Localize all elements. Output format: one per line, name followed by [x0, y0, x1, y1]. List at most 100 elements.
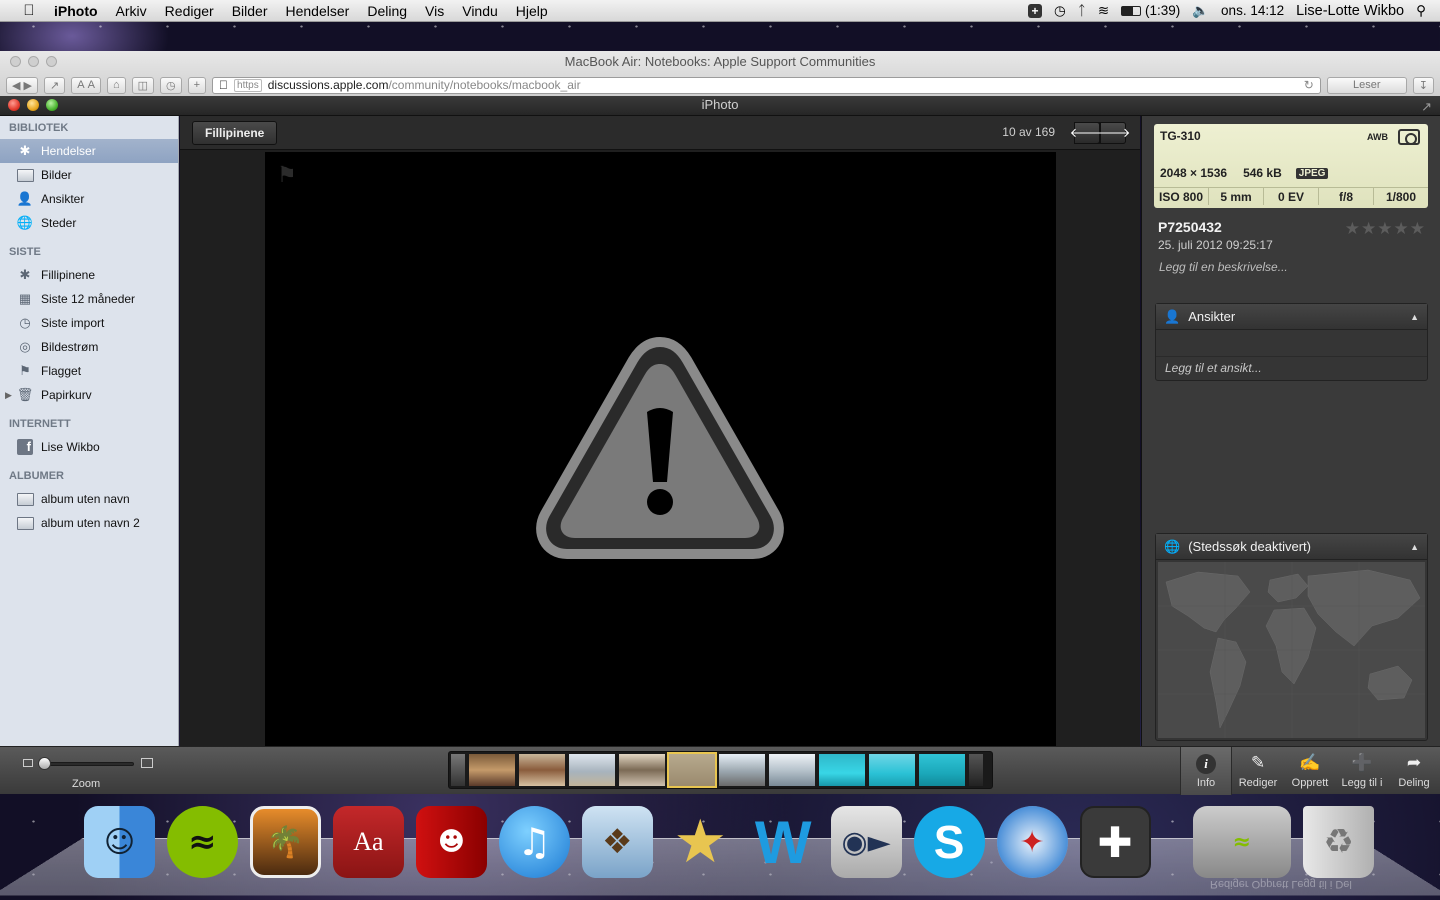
sidebar-item-photo-stream[interactable]: ◎ Bildestrøm — [0, 335, 178, 359]
itunes-icon[interactable]: ♫ — [498, 806, 570, 878]
photo-date[interactable]: 25. juli 2012 09:25:17 — [1158, 238, 1273, 252]
safari-new-tab-icon[interactable]: + — [187, 76, 207, 94]
safari-share-icon[interactable]: ↗ — [43, 76, 66, 94]
safari-bookmarks-icon[interactable]: ◫ — [131, 76, 154, 94]
downloads-icon[interactable]: ≈ — [1192, 806, 1292, 878]
safari-reader-button[interactable]: Leser — [1326, 76, 1407, 94]
edit-button[interactable]: ✎ Rediger — [1232, 747, 1284, 795]
zoom-large-icon[interactable] — [141, 758, 153, 768]
trash-icon[interactable]: ♻ — [1303, 806, 1375, 878]
thumbnail[interactable] — [769, 754, 815, 786]
collapse-triangle-icon[interactable]: ▲ — [1410, 312, 1419, 322]
photo-title[interactable]: P7250432 — [1158, 219, 1222, 235]
safari-text-size[interactable]: A A — [71, 76, 101, 94]
zoom-slider-knob[interactable] — [38, 757, 51, 770]
disclosure-triangle-icon[interactable]: ▶ — [5, 390, 12, 401]
menu-hendelser[interactable]: Hendelser — [277, 3, 359, 19]
menu-user[interactable]: Lise-Lotte Wikbo — [1296, 3, 1404, 19]
word-icon[interactable]: W — [748, 806, 819, 878]
sidebar-item-last-12-months[interactable]: ▦ Siste 12 måneder — [0, 287, 178, 311]
menu-clock[interactable]: ons. 14:12 — [1221, 3, 1284, 18]
safari-history-icon[interactable]: ◷ — [160, 76, 182, 94]
thumbnail[interactable] — [619, 754, 665, 786]
finder-icon[interactable]: ☺ — [84, 806, 155, 878]
flag-icon[interactable]: ⚑ — [277, 162, 297, 188]
imovie-icon[interactable]: ★ — [665, 806, 736, 878]
minimize-button[interactable] — [27, 99, 39, 111]
thumbnail-strip[interactable] — [448, 751, 993, 789]
menu-deling[interactable]: Deling — [358, 3, 416, 19]
event-breadcrumb[interactable]: Fillipinene — [192, 121, 278, 145]
sidebar-item-photos[interactable]: Bilder — [0, 163, 178, 187]
sidebar-item-album-1[interactable]: album uten navn — [0, 487, 178, 511]
safari-home-icon[interactable]: ⌂ — [106, 76, 126, 94]
thumbnail[interactable] — [519, 754, 565, 786]
spotify-icon[interactable]: ≈ — [166, 806, 238, 878]
safari-downloads-icon[interactable]: ↧ — [1412, 76, 1434, 94]
sidebar-item-faces[interactable]: 👤 Ansikter — [0, 187, 178, 211]
thumbnail[interactable] — [469, 754, 515, 786]
thumbnail[interactable] — [919, 754, 965, 786]
mail-icon[interactable]: ❖ — [581, 806, 653, 878]
thumbnail[interactable] — [869, 754, 915, 786]
sidebar-item-flagged[interactable]: ⚑ Flagget — [0, 359, 178, 383]
world-map[interactable] — [1158, 562, 1425, 738]
wifi-icon[interactable]: ≋ — [1098, 3, 1109, 19]
safari-address-bar[interactable]:  https discussions.apple.com/community/… — [212, 76, 1321, 94]
facetime-icon[interactable]: ◉► — [830, 806, 902, 878]
close-button[interactable] — [8, 99, 20, 111]
info-button[interactable]: i Info — [1180, 747, 1232, 795]
places-panel-header[interactable]: 🌐 (Stedssøk deaktivert) ▲ — [1156, 534, 1427, 560]
bluetooth-icon[interactable]: ᛏ — [1078, 3, 1086, 18]
apple-menu-icon[interactable]:  — [18, 2, 40, 19]
thumbnail[interactable] — [719, 754, 765, 786]
sidebar-item-last-import[interactable]: ◷ Siste import — [0, 311, 178, 335]
thumbnail[interactable] — [451, 754, 465, 786]
fullscreen-icon[interactable]: ↗ — [1421, 98, 1432, 116]
battery-status[interactable]: (1:39) — [1121, 3, 1180, 18]
sidebar-item-trash[interactable]: ▶ 🗑 Papirkurv — [0, 383, 178, 407]
sidebar-item-facebook[interactable]: f Lise Wikbo — [0, 435, 178, 459]
safari-back-forward[interactable]: ◀ ▶ — [6, 76, 38, 94]
description-field[interactable]: Legg til en beskrivelse... — [1159, 260, 1288, 274]
iphoto-icon[interactable]: 🌴 — [249, 806, 321, 878]
reload-icon[interactable]: ↻ — [1304, 78, 1314, 92]
rating-stars[interactable]: ★★★★★ — [1345, 219, 1426, 239]
zoom-small-icon[interactable] — [23, 759, 33, 767]
sidebar-item-events[interactable]: ✱ Hendelser — [0, 139, 178, 163]
photo-canvas[interactable]: ⚑ — [265, 152, 1056, 746]
battery-time: (1:39) — [1144, 3, 1181, 18]
plus-menu-icon[interactable]: + — [1027, 3, 1042, 18]
add-face-link[interactable]: Legg til et ansikt... — [1165, 361, 1262, 375]
app-store-icon[interactable]: ✚ — [1079, 806, 1151, 878]
thumbnail-selected[interactable] — [667, 752, 717, 788]
menu-bilder[interactable]: Bilder — [223, 3, 277, 19]
share-button[interactable]: ➦ Deling — [1388, 747, 1440, 795]
create-button[interactable]: ✍ Opprett — [1284, 747, 1336, 795]
skype-icon[interactable]: S — [913, 806, 985, 878]
sidebar-item-places[interactable]: 🌐 Steder — [0, 211, 178, 235]
menu-vis[interactable]: Vis — [416, 3, 453, 19]
faces-panel-header[interactable]: 👤 Ansikter ▲ — [1156, 304, 1427, 330]
zoom-button[interactable] — [46, 99, 58, 111]
thumbnail[interactable] — [819, 754, 865, 786]
menu-arkiv[interactable]: Arkiv — [107, 3, 156, 19]
spotlight-icon[interactable]: ⚲ — [1416, 3, 1426, 19]
time-machine-icon[interactable]: ◷ — [1054, 3, 1066, 19]
sidebar-item-fillipinene[interactable]: ✱ Fillipinene — [0, 263, 178, 287]
menu-vindu[interactable]: Vindu — [453, 3, 507, 19]
photo-booth-icon[interactable]: ☻ — [415, 806, 487, 878]
menu-rediger[interactable]: Rediger — [156, 3, 223, 19]
safari-icon[interactable]: ✦ — [996, 806, 1068, 878]
zoom-slider[interactable] — [40, 762, 134, 766]
dictionary-icon[interactable]: Aa — [332, 806, 404, 878]
collapse-triangle-icon[interactable]: ▲ — [1410, 542, 1419, 552]
thumbnail[interactable] — [569, 754, 615, 786]
menu-iphoto[interactable]: iPhoto — [40, 3, 107, 19]
menu-hjelp[interactable]: Hjelp — [507, 3, 557, 19]
volume-icon[interactable]: 🔈 — [1192, 3, 1209, 19]
sidebar-item-album-2[interactable]: album uten navn 2 — [0, 511, 178, 535]
thumbnail[interactable] — [969, 754, 983, 786]
next-photo-button[interactable]: 🡒 — [1096, 122, 1130, 144]
add-to-button[interactable]: ➕ Legg til i — [1336, 747, 1388, 795]
